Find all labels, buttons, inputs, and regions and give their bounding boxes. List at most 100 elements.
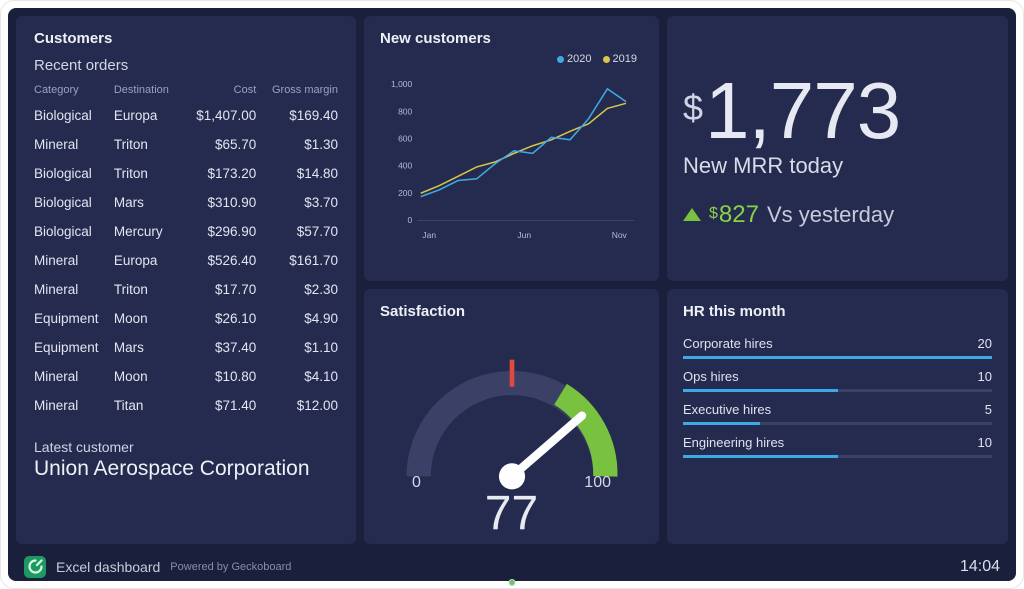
cell-gross-margin: $1.10 — [256, 333, 338, 362]
card-title: Customers — [34, 30, 338, 47]
col-destination: Destination — [114, 80, 182, 101]
orders-table: Category Destination Cost Gross margin B… — [34, 80, 338, 419]
line-chart-svg: 1,000 800 600 400 200 0 Jan Jun Nov — [380, 53, 643, 269]
cell-destination: Europa — [114, 101, 182, 130]
table-row: EquipmentMars$37.40$1.10 — [34, 333, 338, 362]
cell-destination: Triton — [114, 130, 182, 159]
cell-category: Biological — [34, 101, 114, 130]
hr-label: Executive hires — [683, 402, 771, 417]
mrr-delta-value: $827 — [709, 201, 759, 229]
cell-cost: $65.70 — [182, 130, 256, 159]
svg-text:1,000: 1,000 — [391, 79, 412, 89]
gauge-svg — [372, 326, 652, 496]
mrr-label: New MRR today — [683, 153, 992, 179]
footer-clock: 14:04 — [960, 558, 1000, 576]
cell-category: Mineral — [34, 362, 114, 391]
svg-text:200: 200 — [398, 188, 412, 198]
svg-text:800: 800 — [398, 106, 412, 116]
cell-gross-margin: $14.80 — [256, 159, 338, 188]
legend-label-2020: 2020 — [567, 53, 591, 65]
hr-bar-bg — [683, 455, 992, 458]
cell-gross-margin: $161.70 — [256, 246, 338, 275]
legend-dot-2020 — [557, 56, 564, 63]
cell-cost: $10.80 — [182, 362, 256, 391]
card-customers: Customers Recent orders Category Destina… — [16, 16, 356, 544]
hr-value: 10 — [978, 369, 992, 384]
col-cost: Cost — [182, 80, 256, 101]
hr-bar-bg — [683, 389, 992, 392]
series-2019 — [421, 103, 626, 193]
cell-gross-margin: $4.10 — [256, 362, 338, 391]
cell-cost: $17.70 — [182, 275, 256, 304]
cell-category: Equipment — [34, 333, 114, 362]
cell-destination: Titan — [114, 391, 182, 420]
cell-gross-margin: $1.30 — [256, 130, 338, 159]
dashboard-screen: New customers 2020 2019 1,000 800 600 40… — [8, 8, 1016, 581]
cell-gross-margin: $57.70 — [256, 217, 338, 246]
hr-bar-bg — [683, 422, 992, 425]
mrr-value-row: $ 1,773 — [683, 71, 992, 151]
col-category: Category — [34, 80, 114, 101]
cell-category: Biological — [34, 159, 114, 188]
svg-text:Jun: Jun — [517, 230, 531, 240]
footer-powered: Powered by Geckoboard — [170, 561, 291, 573]
mrr-currency: $ — [683, 87, 703, 129]
hr-bar-fill — [683, 455, 838, 458]
device-frame: New customers 2020 2019 1,000 800 600 40… — [0, 0, 1024, 589]
cell-gross-margin: $169.40 — [256, 101, 338, 130]
hr-bar-fill — [683, 356, 992, 359]
cell-gross-margin: $4.90 — [256, 304, 338, 333]
table-row: MineralTitan$71.40$12.00 — [34, 391, 338, 420]
footer-title: Excel dashboard — [56, 559, 160, 575]
hr-row: Ops hires10 — [683, 369, 992, 392]
hr-row: Engineering hires10 — [683, 435, 992, 458]
cell-category: Biological — [34, 217, 114, 246]
hr-label: Corporate hires — [683, 336, 773, 351]
cell-cost: $526.40 — [182, 246, 256, 275]
cell-category: Equipment — [34, 304, 114, 333]
mrr-delta-suffix: Vs yesterday — [767, 202, 894, 228]
cell-cost: $71.40 — [182, 391, 256, 420]
hr-row: Executive hires 5 — [683, 402, 992, 425]
cell-category: Mineral — [34, 130, 114, 159]
table-row: BiologicalMars$310.90$3.70 — [34, 188, 338, 217]
gauge-value: 77 — [485, 486, 538, 541]
card-title: HR this month — [683, 303, 992, 320]
gauge-min: 0 — [412, 474, 421, 492]
gauge-max: 100 — [584, 474, 611, 492]
svg-text:400: 400 — [398, 161, 412, 171]
customers-subhead: Recent orders — [34, 57, 338, 74]
legend-dot-2019 — [603, 56, 610, 63]
chart-legend: 2020 2019 — [549, 53, 637, 65]
gauge: 0 100 77 — [380, 326, 643, 541]
geckoboard-logo-icon — [24, 556, 46, 578]
table-row: BiologicalMercury$296.90$57.70 — [34, 217, 338, 246]
card-satisfaction: Satisfaction 0 100 77 — [364, 289, 659, 544]
dashboard-grid: New customers 2020 2019 1,000 800 600 40… — [8, 8, 1016, 552]
cell-cost: $37.40 — [182, 333, 256, 362]
svg-text:0: 0 — [408, 215, 413, 225]
cell-destination: Triton — [114, 159, 182, 188]
cell-category: Mineral — [34, 275, 114, 304]
latest-customer-value: Union Aerospace Corporation — [34, 457, 338, 481]
table-row: BiologicalEuropa$1,407.00$169.40 — [34, 101, 338, 130]
cell-destination: Triton — [114, 275, 182, 304]
cell-cost: $173.20 — [182, 159, 256, 188]
cell-category: Mineral — [34, 246, 114, 275]
table-row: MineralEuropa$526.40$161.70 — [34, 246, 338, 275]
card-title: New customers — [380, 30, 643, 47]
table-row: MineralTriton$17.70$2.30 — [34, 275, 338, 304]
table-row: BiologicalTriton$173.20$14.80 — [34, 159, 338, 188]
cell-gross-margin: $2.30 — [256, 275, 338, 304]
footer-bar: Excel dashboard Powered by Geckoboard 14… — [8, 552, 1016, 581]
cell-destination: Europa — [114, 246, 182, 275]
cell-gross-margin: $12.00 — [256, 391, 338, 420]
gauge-needle — [512, 416, 582, 477]
card-title: Satisfaction — [380, 303, 643, 320]
hr-bar-fill — [683, 389, 838, 392]
cell-destination: Moon — [114, 362, 182, 391]
cell-destination: Mercury — [114, 217, 182, 246]
table-row: MineralMoon$10.80$4.10 — [34, 362, 338, 391]
card-new-customers: New customers 2020 2019 1,000 800 600 40… — [364, 16, 659, 281]
hr-value: 5 — [985, 402, 992, 417]
